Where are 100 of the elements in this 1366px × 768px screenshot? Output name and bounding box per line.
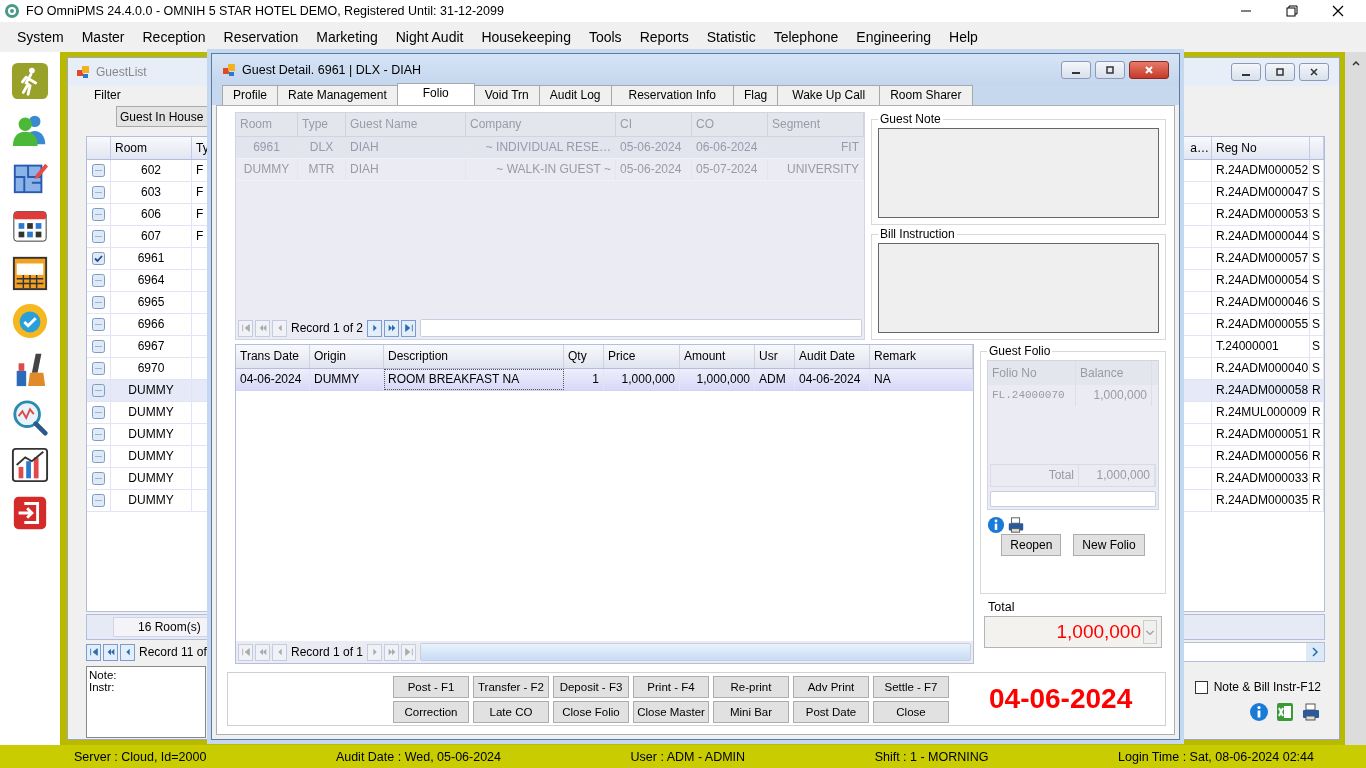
menu-item[interactable]: Marketing [307,29,387,45]
checkbox-label[interactable]: Note & Bill Instr-F12 [1213,680,1321,694]
calendar-icon[interactable] [11,254,49,292]
action-button[interactable]: Post - F1 [393,675,469,698]
menu-item[interactable]: Master [72,29,134,45]
tab[interactable]: Folio [396,83,475,105]
column-header[interactable]: Room [111,137,192,159]
column-header[interactable]: Remark [870,345,973,368]
info-icon[interactable] [1249,702,1269,722]
menu-item[interactable]: Engineering [847,29,941,45]
action-button[interactable]: Settle - F7 [873,675,949,698]
action-button[interactable]: Late CO [473,700,549,723]
action-button[interactable]: Close Master [633,700,709,723]
walking-person-icon[interactable] [11,62,49,100]
column-header[interactable]: Usr [755,345,795,368]
menu-item[interactable]: Reception [133,29,215,45]
action-button[interactable]: Adv Print [793,675,869,698]
next-page-button[interactable] [384,319,400,337]
magnifier-chart-icon[interactable] [11,398,49,436]
checkbox[interactable] [1194,680,1208,694]
last-record-button[interactable] [401,319,417,337]
checkbox[interactable] [92,164,105,177]
menu-item[interactable]: Statistic [697,29,765,45]
menu-item[interactable]: Reservation [214,29,308,45]
action-button[interactable]: Close [873,700,949,723]
previous-page-button[interactable] [103,643,118,661]
previous-record-button[interactable] [120,643,135,661]
scroll-right-button[interactable] [1306,643,1324,661]
next-record-button[interactable] [367,319,383,337]
check-badge-icon[interactable] [11,302,49,340]
menu-item[interactable]: Tools [579,29,631,45]
checkbox[interactable] [92,494,105,507]
first-record-button[interactable] [238,319,253,337]
column-header[interactable]: Qty [564,345,604,368]
horizontal-scrollbar[interactable] [1183,642,1325,662]
spreadsheet-icon[interactable] [1275,702,1295,722]
column-header[interactable]: Audit Date [795,345,870,368]
previous-page-button[interactable] [255,643,270,661]
checkbox[interactable] [92,428,105,441]
action-button[interactable]: Mini Bar [713,700,789,723]
tab[interactable]: Profile [222,85,278,105]
tab[interactable]: Void Trn [473,85,540,105]
column-header[interactable]: Amount [680,345,755,368]
reopen-button[interactable]: Reopen [1001,534,1062,556]
first-record-button[interactable] [86,643,101,661]
minimize-button[interactable] [1231,63,1261,81]
maximize-button[interactable] [1265,63,1295,81]
minimize-button[interactable] [1061,60,1091,79]
close-icon[interactable] [1332,5,1344,17]
column-header[interactable]: Trans Date [236,345,310,368]
restore-icon[interactable] [1286,5,1298,17]
column-header[interactable]: Reg No [1212,137,1310,159]
column-header[interactable]: Price [604,345,680,368]
action-button[interactable]: Re-print [713,675,789,698]
checkbox[interactable] [92,296,105,309]
info-icon[interactable] [987,516,1005,534]
close-button[interactable] [1299,63,1329,81]
tab[interactable]: Reservation Info [610,85,734,105]
checkbox[interactable] [92,318,105,331]
previous-record-button[interactable] [272,643,287,661]
menu-item[interactable]: Night Audit [386,29,473,45]
horizontal-scrollbar[interactable] [420,319,862,337]
menu-item[interactable]: Telephone [764,29,848,45]
last-record-button[interactable] [401,643,417,661]
checkbox[interactable] [92,384,105,397]
first-record-button[interactable] [238,643,253,661]
checkbox[interactable] [92,450,105,463]
table-row[interactable]: 04-06-2024 DUMMY ROOM BREAKFAST NA 1 1,000,000 1,000,000 ADM 04-06-2024 NA [236,369,973,391]
printer-icon[interactable] [1007,516,1025,534]
tab[interactable]: Flag [732,85,779,105]
action-button[interactable]: Transfer - F2 [473,675,549,698]
menu-item[interactable]: System [8,29,73,45]
new-folio-button[interactable]: New Folio [1073,534,1145,556]
tab[interactable]: Audit Log [538,85,612,105]
guest-note-field[interactable] [878,128,1159,218]
tab[interactable]: Wake Up Call [777,85,881,105]
checkbox[interactable] [92,230,105,243]
checkbox[interactable] [92,340,105,353]
action-button[interactable]: Deposit - F3 [553,675,629,698]
action-button[interactable]: Close Folio [553,700,629,723]
previous-page-button[interactable] [255,319,270,337]
action-button[interactable]: Correction [393,700,469,723]
horizontal-scrollbar[interactable] [990,491,1156,507]
vertical-scrollbar[interactable] [1345,52,1366,745]
checkbox[interactable] [92,208,105,221]
checkbox[interactable] [92,186,105,199]
action-button[interactable]: Post Date [793,700,869,723]
tab[interactable]: Room Sharer [879,85,973,105]
bill-instruction-field[interactable] [878,243,1159,333]
previous-record-button[interactable] [272,319,287,337]
column-header[interactable]: Origin [310,345,384,368]
exit-icon[interactable] [11,494,49,532]
horizontal-scrollbar[interactable] [420,643,971,661]
tab[interactable]: Rate Management [277,85,398,105]
checkbox[interactable] [92,252,105,265]
checkbox[interactable] [92,406,105,419]
dropdown-icon[interactable] [1143,620,1157,644]
menu-item[interactable]: Help [940,29,987,45]
action-button[interactable]: Print - F4 [633,675,709,698]
menu-item[interactable]: Reports [630,29,698,45]
